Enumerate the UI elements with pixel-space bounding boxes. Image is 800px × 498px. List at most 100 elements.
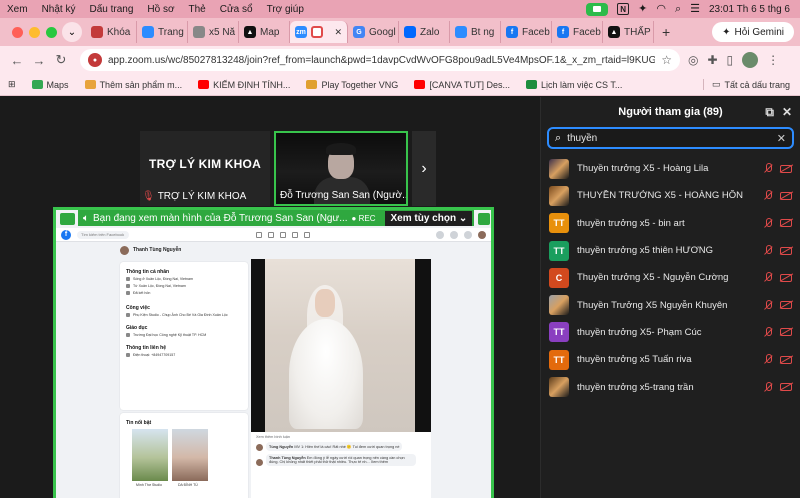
tab-facebook-2[interactable]: f Faceb: [552, 21, 603, 43]
reload-icon[interactable]: ↻: [50, 52, 72, 68]
messenger-icon: [450, 230, 458, 239]
participant-avatar: [549, 295, 569, 316]
menu-profiles[interactable]: Hồ sơ: [140, 4, 181, 15]
bookmark-lich-lam-viec[interactable]: Lịch làm việc CS T...: [518, 80, 630, 90]
menu-tab[interactable]: Thẻ: [182, 4, 213, 15]
participant-row[interactable]: TT thuyền trưởng x5 thiên HƯƠNG: [541, 237, 800, 264]
sidebar-icon[interactable]: ▯: [727, 53, 734, 67]
featured-photo: [172, 429, 208, 481]
tab-trang[interactable]: Trang: [137, 21, 188, 43]
maximize-window-icon[interactable]: [46, 26, 57, 38]
bookmark-maps[interactable]: Maps: [24, 80, 77, 90]
participant-row[interactable]: TT thuyền trưởng x5 Tuấn riva: [541, 346, 800, 373]
search-icon[interactable]: ⌕: [675, 3, 681, 15]
contact-text: Điện thoại: +84947709157: [133, 353, 176, 357]
gemini-label: Hỏi Gemini: [734, 26, 784, 38]
tab-search-chevron-icon[interactable]: ⌄: [62, 22, 82, 42]
muted-mic-icon: [763, 299, 773, 311]
tab-zalo[interactable]: Zalo: [399, 21, 450, 43]
menu-window[interactable]: Cửa sổ: [213, 4, 260, 15]
view-options-button[interactable]: Xem tùy chọn ⌄: [385, 210, 473, 226]
menu-clock[interactable]: 23:01 Th 6 5 thg 6: [709, 4, 790, 15]
video-tile-active-speaker[interactable]: Đỗ Trương San San (Ngườ...: [274, 131, 408, 206]
participant-row[interactable]: Thuyền trưởng X5 - Hoàng Lila: [541, 155, 800, 182]
participant-row[interactable]: Thuyền Trưởng X5 Nguyễn Khuyên: [541, 291, 800, 318]
close-tab-icon[interactable]: ✕: [334, 27, 342, 38]
url-text[interactable]: app.zoom.us/wc/85027813248/join?ref_from…: [108, 55, 655, 66]
extensions-icon[interactable]: ✚: [707, 53, 717, 67]
profile-avatar[interactable]: [742, 52, 759, 68]
muted-mic-icon: 🎙︎: [142, 191, 155, 202]
comment-bubble: Tùng Nguyễn MV 1: Hiền thế là các! Rất n…: [266, 442, 403, 451]
video-off-icon: [780, 164, 792, 173]
tab-map[interactable]: ▲ Map: [239, 21, 290, 43]
back-icon[interactable]: ←: [6, 53, 28, 68]
clear-search-icon[interactable]: ✕: [777, 132, 786, 145]
address-bar[interactable]: ● app.zoom.us/wc/85027813248/join?ref_fr…: [80, 49, 680, 71]
minimize-window-icon[interactable]: [29, 26, 40, 38]
participant-name: thuyền trưởng x5 Tuấn riva: [577, 354, 692, 366]
forward-icon[interactable]: →: [28, 53, 50, 68]
more-menu-icon[interactable]: ⋮: [767, 53, 779, 67]
tab-favicon-icon: [193, 26, 205, 38]
all-bookmarks[interactable]: ▭ Tất cả dấu trang: [702, 79, 800, 90]
notifications-icon: [464, 230, 472, 239]
tab-x5[interactable]: x5 Nă: [188, 21, 239, 43]
new-tab-button[interactable]: +: [654, 24, 678, 40]
cast-icon[interactable]: ◎: [688, 53, 698, 67]
tab-favicon-icon: f: [557, 26, 569, 38]
participant-name: thuyền trưởng x5 thiên HƯƠNG: [577, 245, 714, 257]
sparkle-icon[interactable]: ✦: [638, 3, 647, 15]
bookmark-them-san-pham[interactable]: Thêm sản phẩm m...: [77, 80, 191, 90]
muted-mic-icon: [763, 190, 773, 201]
tab-zoom-active[interactable]: zm ✕: [290, 21, 348, 43]
speaker-hair: [326, 143, 356, 155]
bookmark-kiem-dinh[interactable]: KIẾM ĐỊNH TÍNH...: [190, 80, 298, 90]
tab-label: Bt ng: [471, 26, 495, 38]
menu-history[interactable]: Nhật ký: [35, 4, 83, 15]
bookmark-apps-icon[interactable]: ⊞: [0, 79, 24, 90]
video-off-icon: [780, 301, 792, 310]
close-window-icon[interactable]: [12, 26, 23, 38]
pop-out-icon[interactable]: ⧉: [765, 105, 774, 120]
shared-screen[interactable]: 🔈︎ Bạn đang xem màn hình của Đỗ Trương S…: [53, 207, 494, 498]
n-app-icon[interactable]: N: [617, 3, 630, 15]
participant-status: [763, 299, 792, 311]
participant-search-input[interactable]: ⌕ thuyền ✕: [547, 127, 794, 149]
about-line: Đã kết hôn: [126, 291, 242, 295]
close-icon[interactable]: ✕: [782, 105, 792, 120]
featured-photo: [132, 429, 168, 481]
tab-google[interactable]: G Googl: [348, 21, 399, 43]
menu-view[interactable]: Xem: [0, 4, 35, 15]
video-off-icon: [780, 219, 792, 228]
bookmark-star-icon[interactable]: ☆: [661, 53, 672, 67]
tab-khoa[interactable]: Khóa: [86, 21, 137, 43]
participant-row[interactable]: C Thuyền trưởng X5 - Nguyễn Cường: [541, 264, 800, 291]
tab-thap[interactable]: ▲ THẤP: [603, 21, 654, 43]
tab-bt[interactable]: Bt ng: [450, 21, 501, 43]
tab-label: Khóa: [107, 26, 131, 38]
camera-indicator-icon[interactable]: [586, 2, 609, 16]
participant-row[interactable]: TT thuyền trưởng X5- Phạm Cúc: [541, 319, 800, 346]
bookmark-play-together[interactable]: Play Together VNG: [298, 80, 406, 90]
tab-label: THẤP: [624, 26, 651, 38]
participant-row[interactable]: TT thuyền trưởng x5 - bin art: [541, 210, 800, 237]
wifi-icon[interactable]: ◠: [656, 3, 666, 15]
menu-bookmarks[interactable]: Dấu trang: [82, 4, 140, 15]
browser-toolbar: ← → ↻ ● app.zoom.us/wc/85027813248/join?…: [0, 46, 800, 74]
search-value[interactable]: thuyền: [567, 133, 771, 144]
participant-row[interactable]: THUYỀN TRƯỞNG X5 - HOÀNG HÔN: [541, 182, 800, 209]
ask-gemini-button[interactable]: ✦ Hỏi Gemini: [712, 22, 794, 42]
search-icon: ⌕: [555, 131, 562, 144]
site-info-icon[interactable]: ●: [88, 53, 102, 67]
participant-avatar: [549, 158, 569, 179]
bookmark-canva-tut[interactable]: [CANVA TUT] Des...: [406, 80, 518, 90]
video-tile-tro-ly[interactable]: TRỢ LÝ KIM KHOA 🎙︎ TRỢ LÝ KIM KHOA: [140, 131, 270, 206]
tab-facebook-1[interactable]: f Faceb: [501, 21, 552, 43]
control-center-icon[interactable]: ☰: [690, 3, 700, 15]
menu-help[interactable]: Trợ giúp: [260, 4, 311, 15]
bookmark-label: [CANVA TUT] Des...: [429, 79, 510, 90]
participant-row[interactable]: thuyền trưởng x5-trang trần: [541, 373, 800, 400]
next-page-chevron-icon[interactable]: ›: [412, 131, 436, 206]
maps-icon: [31, 80, 43, 89]
